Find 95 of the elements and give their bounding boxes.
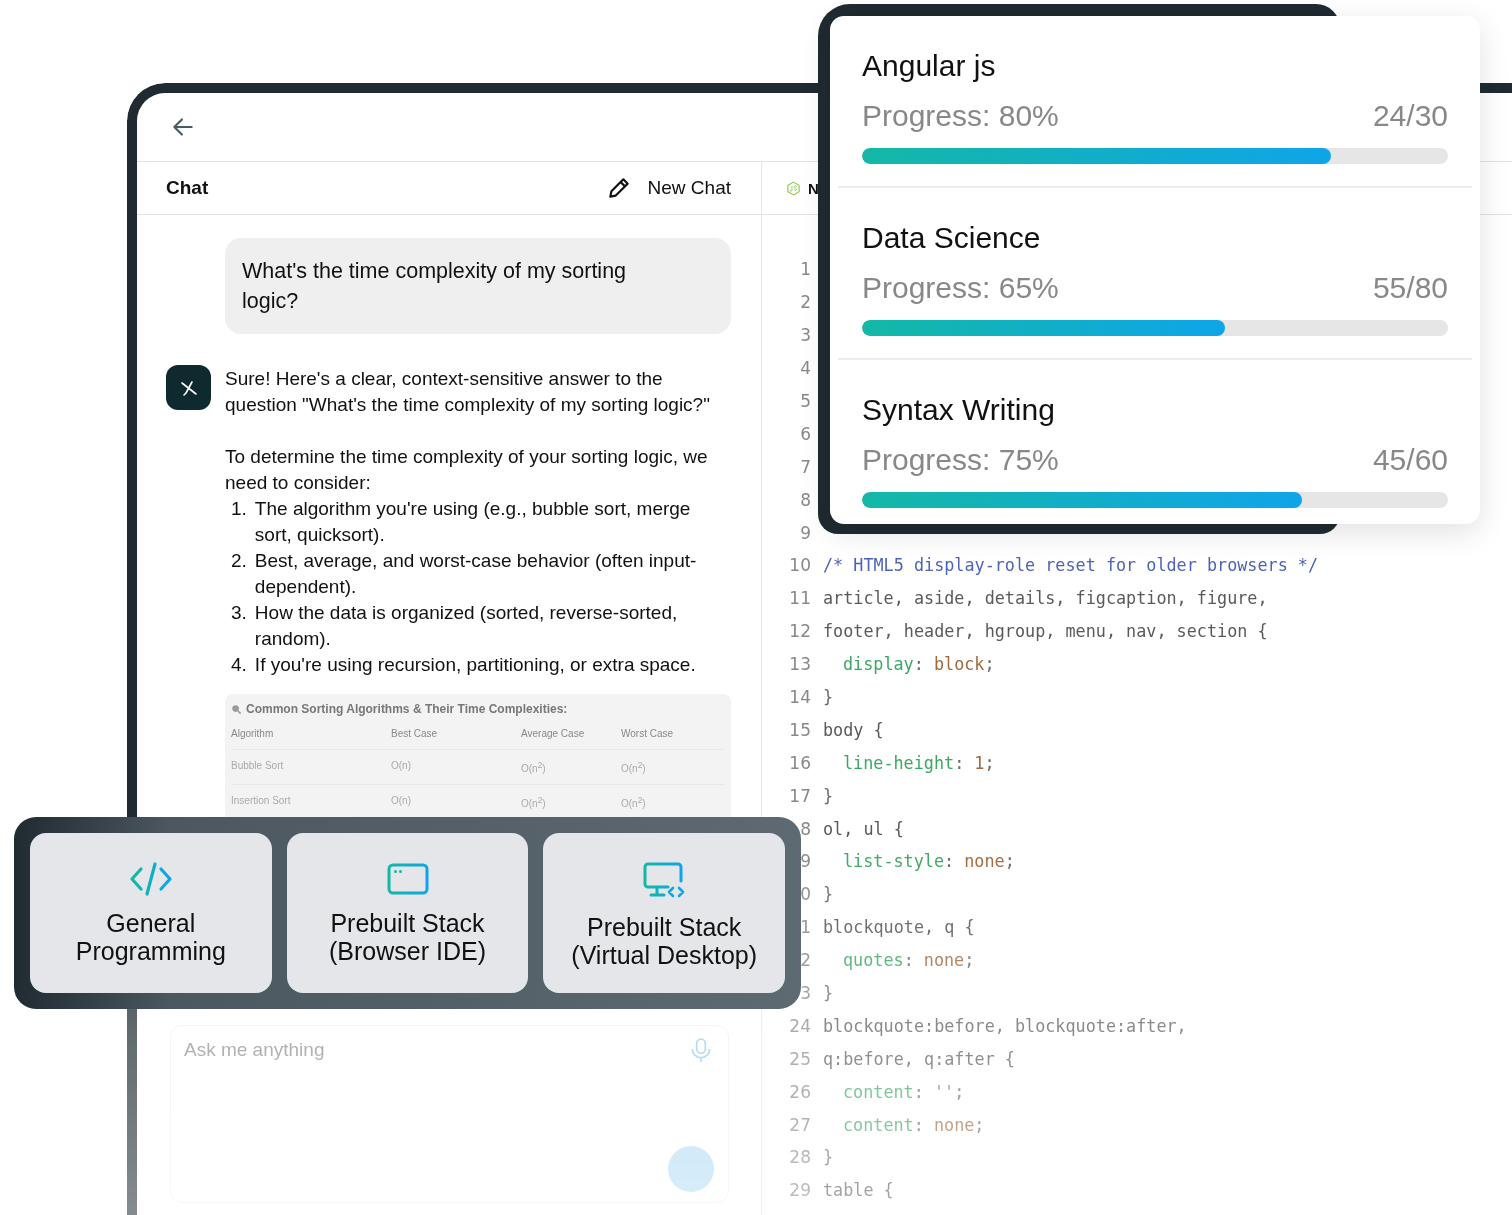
line-number: 1 [799,259,811,280]
code-line: body { [823,719,884,740]
code-line: } [823,884,834,905]
code-line: footer, header, hgroup, menu, nav, section { [823,621,1268,642]
table-cell-text: O(n$^{2}$) [621,760,647,775]
table-cell-text: O(n$^{2}$) [521,760,547,775]
chat-title: Chat [166,177,209,199]
progress-count: 24/30 [1372,98,1448,134]
code-line: } [823,785,834,806]
line-number: 2 [799,950,811,971]
column-header: Average Case [521,728,586,739]
progress-label: Progress: 80% [862,98,1059,134]
table-cell-text: Insertion Sort [231,795,292,809]
user-message: What's the time complexity of my sorting logic? [225,238,731,334]
mode-tile[interactable]: General Programming [30,833,272,993]
table-cell-text: O(n) [391,795,412,809]
line-number: 25 [788,1048,811,1069]
hexagon-icon [786,180,801,196]
line-number: 5 [799,391,811,411]
answer-paragraph: To determine the time complexity of your sorting logic, we need to consider: [225,445,709,495]
progress-count: 55/80 [1372,270,1448,306]
line-number: 7 [799,456,811,477]
line-number: 11 [788,588,811,609]
table-cell-text: O(n$^{2}$) [621,795,647,810]
line-number: 17 [788,785,811,806]
list-item-text: How the data is organized (sorted, reverse-sorted, random). [254,601,679,651]
line-number: 10 [788,555,811,576]
code-line: article, aside, details, figcaption, figure, [823,588,1268,609]
line-number: 12 [788,621,811,642]
code-line: blockquote:before, blockquote:after, [823,1015,1187,1036]
code-line: line-height: 1; [843,752,995,773]
assistant-avatar-icon [166,365,211,410]
file-tab[interactable]: N [786,179,819,197]
line-number: 26 [788,1081,811,1102]
line-number: 29 [788,1180,811,1201]
line-number: 8 [799,489,811,510]
table-title: Common Sorting Algorithms & Their Time Complexities: [246,702,568,716]
progress-label: Progress: 65% [862,270,1059,306]
course-title: Angular js [862,48,997,84]
column-header: Best Case [391,728,439,739]
line-number: 16 [788,752,811,773]
column-header: Worst Case [621,728,675,739]
code-line: q:before, q:after { [823,1048,1015,1069]
line-number: 9 [799,522,811,543]
line-number: 3 [799,325,811,346]
browser-window-icon [385,861,430,897]
message-input[interactable]: Ask me anything [184,1039,584,1061]
code-line: blockquote, q { [823,917,975,938]
column-header: Algorithm [231,728,275,739]
course-title: Syntax Writing [862,392,1056,428]
code-line: } [823,687,834,707]
code-line: /* HTML5 display-role reset for older browsers */ [823,555,1319,576]
list-number: 3. [231,601,247,625]
line-number: 2 [799,292,811,313]
table-cell-text: O(n$^{2}$) [521,795,547,810]
answer-paragraph: Sure! Here's a clear, context-sensitive answer to the question "What's the time complexity of my sorting logic?" [225,367,711,417]
search-icon [231,703,242,715]
progress-count: 45/60 [1372,442,1448,478]
line-number: 28 [788,1147,811,1168]
send-button[interactable] [668,1146,714,1192]
code-line: list-style: none; [843,851,1015,872]
code-line: } [823,1147,834,1168]
list-number: 1. [231,497,247,521]
list-item-text: Best, average, and worst-case behavior (often input-dependent). [254,549,698,599]
course-title: Data Science [862,220,1042,256]
line-number: 9 [799,851,811,872]
table-cell-text: O(n) [391,760,412,773]
list-item-text: The algorithm you're using (e.g., bubble sort, merge sort, quicksort). [254,497,692,547]
line-number: 14 [788,687,811,707]
new-chat-button[interactable]: New Chat [605,175,731,201]
line-number: 13 [788,654,811,675]
line-number: 15 [788,719,811,740]
code-line: content: ''; [843,1081,965,1102]
progress-label: Progress: 75% [862,442,1059,478]
list-item-text: If you're using recursion, partitioning, or extra space. [254,653,696,677]
code-icon [128,861,173,897]
line-number: 1 [799,917,811,938]
line-number: 6 [799,423,811,444]
list-number: 4. [231,653,247,677]
code-line: ol, ul { [823,818,904,839]
line-number: 4 [799,358,811,379]
code-line: table { [823,1180,894,1201]
code-line: quotes: none; [843,950,975,971]
list-number: 2. [231,549,247,573]
mode-tile[interactable]: Prebuilt Stack (Virtual Desktop) [543,833,785,993]
code-line: content: none; [843,1114,985,1135]
table-cell-text: Bubble Sort [231,760,285,773]
line-number: 27 [788,1114,811,1135]
line-number: 3 [799,983,811,1004]
code-line: } [823,983,834,1004]
line-number: 24 [788,1015,811,1036]
line-number: 8 [799,818,811,839]
line-number: 0 [799,884,811,905]
code-line: display: block; [843,654,995,675]
mode-tile[interactable]: Prebuilt Stack (Browser IDE) [286,833,529,993]
